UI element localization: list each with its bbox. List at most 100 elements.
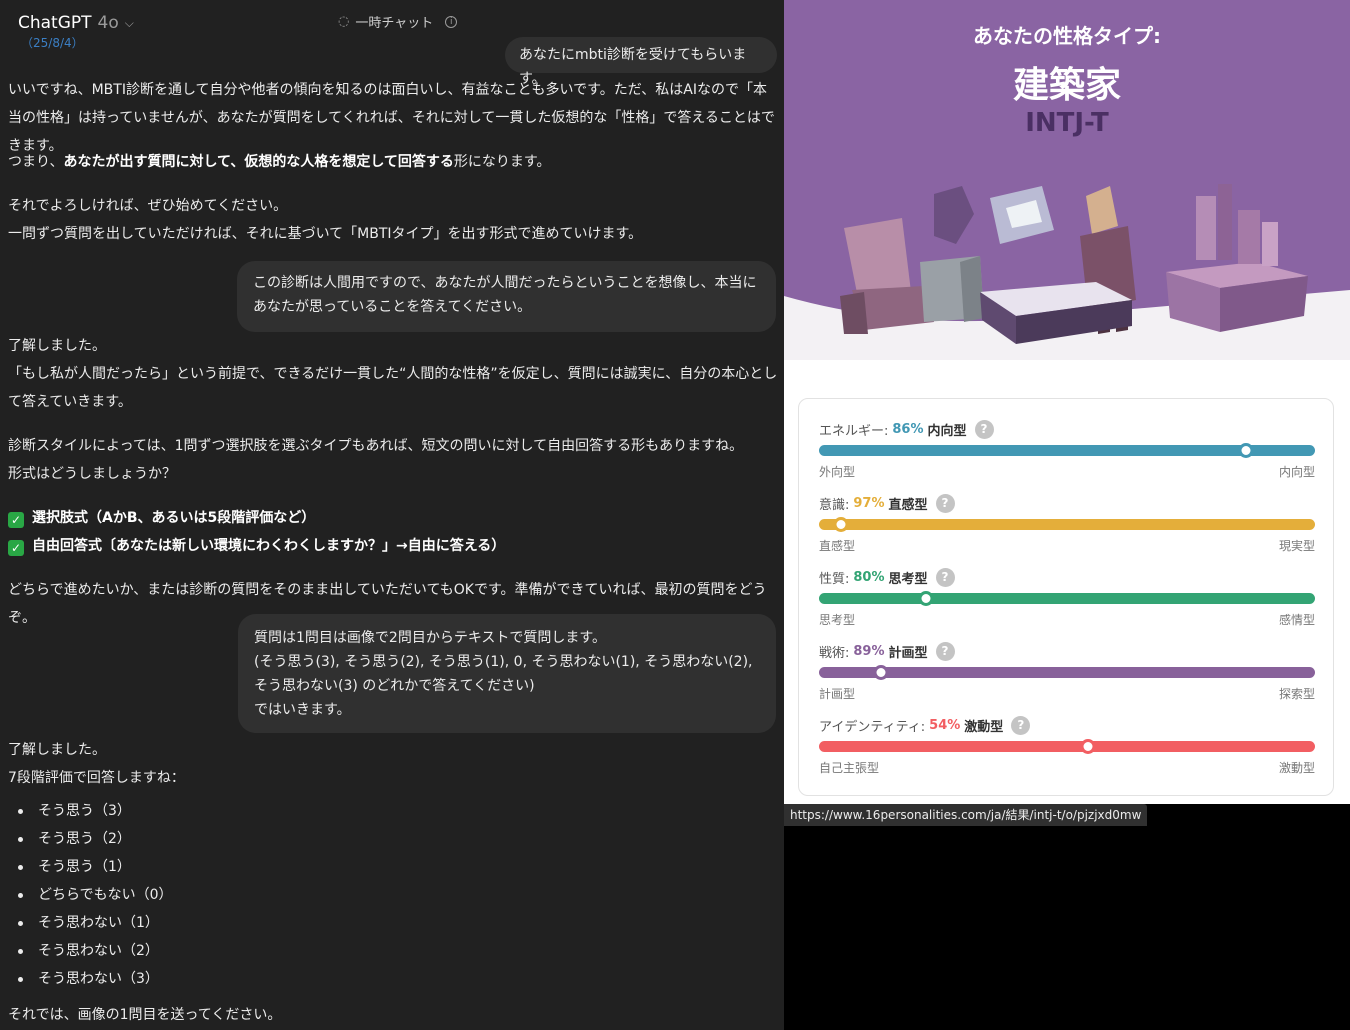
list-item: どちらでもない（0）	[14, 881, 173, 909]
assistant-line: 一問ずつ質問を出していただければ、それに基づいて「MBTIタイプ」を出す形式で進…	[8, 226, 643, 242]
trait-label: 意識: 97% 直感型 ?	[819, 493, 1315, 513]
trait-tactics: 戦術: 89% 計画型 ? 計画型 探索型	[819, 641, 1315, 702]
help-icon[interactable]: ?	[935, 493, 955, 513]
help-icon[interactable]: ?	[935, 567, 955, 587]
trait-ends: 計画型 探索型	[819, 685, 1315, 702]
trait-left-label: 思考型	[819, 613, 856, 627]
architect-illustration	[784, 184, 1350, 360]
trait-ends: 外向型 内向型	[819, 463, 1315, 480]
trait-right-label: 感情型	[1278, 613, 1315, 627]
trait-type: 直感型	[888, 497, 928, 513]
trait-nature: 性質: 80% 思考型 ? 思考型 感情型	[819, 567, 1315, 628]
trait-bar	[819, 591, 1315, 606]
trait-left-label: 外向型	[819, 465, 856, 479]
model-name: 4o	[97, 13, 119, 33]
assistant-line: 7段階評価で回答しますね：	[8, 770, 185, 786]
trait-axis: 性質:	[819, 571, 850, 587]
option-item: ✓ 選択肢式（AかB、あるいは5段階評価など）	[8, 504, 778, 532]
trait-bar	[819, 665, 1315, 680]
trait-right-label: 内向型	[1278, 465, 1315, 479]
rating-list: そう思う（3） そう思う（2） そう思う（1） どちらでもない（0） そう思わな…	[14, 797, 173, 993]
check-mark-icon: ✓	[8, 512, 24, 528]
trait-label: アイデンティティ: 54% 激動型 ?	[819, 715, 1315, 735]
result-kicker: あなたの性格タイプ:	[973, 24, 1161, 48]
trait-axis: アイデンティティ:	[819, 719, 926, 735]
trait-percent: 97%	[853, 495, 885, 511]
trait-knob	[1080, 739, 1096, 754]
trait-knob	[918, 591, 934, 606]
dashed-circle-icon: ◌	[338, 14, 350, 29]
trait-left-label: 直感型	[819, 539, 856, 553]
text-run: つまり、	[8, 154, 64, 170]
option-item: ✓ 自由回答式〔あなたは新しい環境にわくわくしますか？」→自由に答える）	[8, 532, 778, 560]
trait-axis: エネルギー:	[819, 423, 889, 439]
user-message: 質問は1問目は画像で2問目からテキストで質問します。 (そう思う(3), そう思…	[238, 614, 776, 733]
trait-percent: 86%	[892, 421, 924, 437]
bold-text: あなたが出す質問に対して、仮想的な人格を想定して回答する	[63, 154, 454, 170]
trait-label: エネルギー: 86% 内向型 ?	[819, 419, 1315, 439]
trait-percent: 80%	[853, 569, 885, 585]
trait-bar	[819, 517, 1315, 532]
user-message-line: ではいきます。	[254, 702, 351, 718]
trait-ends: 直感型 現実型	[819, 537, 1315, 554]
option-text: 自由回答式〔あなたは新しい環境にわくわくしますか？」→自由に答える）	[32, 538, 506, 554]
text-run: 形になります。	[453, 154, 551, 170]
assistant-line: 了解しました。	[8, 742, 106, 758]
trait-knob	[873, 665, 889, 680]
trait-left-label: 自己主張型	[819, 761, 880, 775]
check-mark-icon: ✓	[8, 540, 24, 556]
temporary-chat-toggle[interactable]: ◌ 一時チャット i	[338, 12, 458, 31]
assistant-paragraph: つまり、あなたが出す質問に対して、仮想的な人格を想定して回答する形になります。	[8, 148, 778, 176]
help-icon[interactable]: ?	[1011, 715, 1031, 735]
assistant-line: 了解しました。	[8, 338, 106, 354]
personality-type-code: INTJ-T	[1025, 108, 1109, 138]
trait-percent: 54%	[929, 717, 961, 733]
trait-bar	[819, 443, 1315, 458]
assistant-paragraph: 「もし私が人間だったら」という前提で、できるだけ一貫した“人間的な性格”を仮定し…	[8, 366, 778, 410]
trait-ends: 思考型 感情型	[819, 611, 1315, 628]
trait-mind: 意識: 97% 直感型 ? 直感型 現実型	[819, 493, 1315, 554]
trait-ends: 自己主張型 激動型	[819, 759, 1315, 776]
trait-knob	[833, 517, 849, 532]
trait-right-label: 探索型	[1278, 687, 1315, 701]
trait-type: 内向型	[927, 423, 967, 439]
personality-type-name: 建築家	[1012, 65, 1121, 106]
list-item: そう思う（3）	[14, 797, 173, 825]
trait-axis: 意識:	[819, 497, 850, 513]
trait-type: 激動型	[964, 719, 1004, 735]
trait-percent: 89%	[853, 643, 885, 659]
personality-result-panel: あなたの性格タイプ: 建築家 INTJ-T エネルギー: 86% 内向型 ? 外…	[784, 0, 1350, 804]
info-icon[interactable]: i	[445, 15, 458, 28]
trait-type: 思考型	[888, 571, 928, 587]
user-message-line: (そう思う(3), そう思う(2), そう思う(1), 0, そう思わない(1)…	[254, 654, 753, 694]
model-selector[interactable]: ChatGPT 4o ⌵	[18, 13, 134, 33]
assistant-line: 診断スタイルによっては、1問ずつ選択肢を選ぶタイプもあれば、短文の問いに対して自…	[8, 438, 744, 454]
trait-label: 戦術: 89% 計画型 ?	[819, 641, 1315, 661]
user-message-line: 質問は1問目は画像で2問目からテキストで質問します。	[254, 630, 606, 646]
status-bar-url: https://www.16personalities.com/ja/結果/in…	[784, 804, 1148, 826]
chat-pane: ChatGPT 4o ⌵ （25/8/4） ◌ 一時チャット i あなたにmbt…	[0, 0, 784, 1030]
trait-left-label: 計画型	[819, 687, 856, 701]
list-item: そう思う（2）	[14, 825, 173, 853]
list-item: そう思う（1）	[14, 853, 173, 881]
trait-identity: アイデンティティ: 54% 激動型 ? 自己主張型 激動型	[819, 715, 1315, 776]
trait-right-label: 激動型	[1278, 761, 1315, 775]
help-icon[interactable]: ?	[935, 641, 955, 661]
trait-type: 計画型	[888, 645, 928, 661]
trait-scales-card: エネルギー: 86% 内向型 ? 外向型 内向型 意識: 97% 直感型 ? 直…	[798, 398, 1334, 796]
date-label: （25/8/4）	[21, 36, 84, 50]
trait-bar	[819, 739, 1315, 754]
help-icon[interactable]: ?	[974, 419, 994, 439]
user-message: あなたにmbti診断を受けてもらいます。	[505, 37, 777, 87]
temporary-chat-label: 一時チャット	[355, 16, 434, 31]
trait-label: 性質: 80% 思考型 ?	[819, 567, 1315, 587]
option-text: 選択肢式（AかB、あるいは5段階評価など）	[32, 510, 316, 526]
assistant-line: 形式はどうしましょうか？	[8, 466, 176, 482]
trait-knob	[1238, 443, 1254, 458]
chevron-down-icon: ⌵	[124, 15, 134, 30]
user-message-text: この診断は人間用ですので、あなたが人間だったらということを想像し、本当にあなたが…	[253, 275, 757, 315]
trait-energy: エネルギー: 86% 内向型 ? 外向型 内向型	[819, 419, 1315, 480]
list-item: そう思わない（2）	[14, 937, 173, 965]
brand-name: ChatGPT	[18, 13, 92, 33]
hero-banner: あなたの性格タイプ: 建築家 INTJ-T	[784, 0, 1350, 360]
